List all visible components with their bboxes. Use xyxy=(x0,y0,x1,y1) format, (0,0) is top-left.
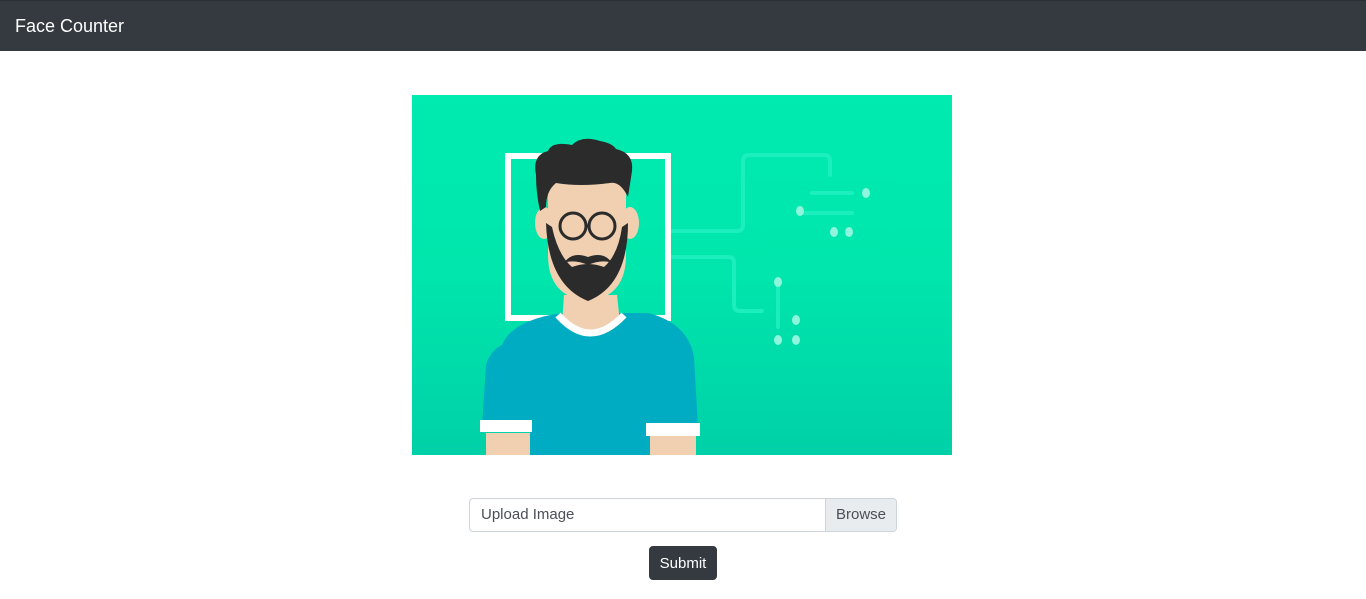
navbar: Face Counter xyxy=(0,0,1366,51)
right-arm xyxy=(650,435,696,455)
left-cuff xyxy=(480,420,532,432)
face-detection-image xyxy=(412,95,952,455)
browse-button[interactable]: Browse xyxy=(825,499,896,531)
left-arm xyxy=(486,433,530,455)
right-cuff xyxy=(646,423,700,436)
brand-link[interactable]: Face Counter xyxy=(15,15,124,37)
submit-button[interactable]: Submit xyxy=(649,546,717,580)
upload-image-label: Upload Image xyxy=(481,506,575,523)
hero-illustration xyxy=(412,95,952,455)
upload-image-field[interactable]: Upload Image Browse xyxy=(469,498,897,532)
